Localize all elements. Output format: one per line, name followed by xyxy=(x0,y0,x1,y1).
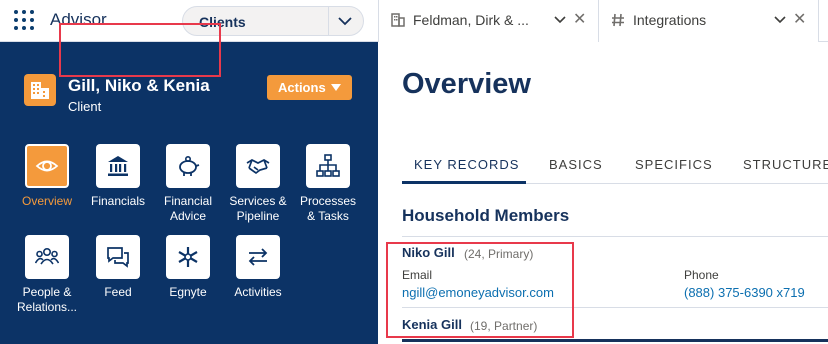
close-icon[interactable]: ✕ xyxy=(793,11,806,29)
nav-tile-label: Financial Advice xyxy=(163,194,213,223)
nav-tile-label: Financials xyxy=(90,194,146,208)
phone-link[interactable]: (888) 375-6390 x719 xyxy=(684,285,805,300)
caret-down-icon xyxy=(331,84,341,91)
tab-structure[interactable]: STRUCTURE xyxy=(743,157,828,172)
nav-tile-label: Feed xyxy=(104,285,132,299)
people-icon xyxy=(35,247,59,265)
swap-arrows-icon xyxy=(248,248,268,266)
workspace-tab-label: Integrations xyxy=(633,12,707,28)
nav-tile-services-pipeline[interactable]: Services & Pipeline xyxy=(223,144,293,230)
page-title: Overview xyxy=(402,68,531,100)
app-launcher-icon[interactable] xyxy=(14,10,34,30)
record-title: Gill, Niko & Kenia xyxy=(68,76,210,95)
nav-tile-people-relationships[interactable]: People & Relations... xyxy=(12,235,82,321)
tab-specifics[interactable]: SPECIFICS xyxy=(635,157,713,172)
nav-tile-egnyte[interactable]: Egnyte xyxy=(153,235,223,321)
household-building-icon xyxy=(24,74,56,106)
active-tab-indicator xyxy=(402,181,526,184)
nav-tile-label: Egnyte xyxy=(169,285,207,299)
actions-button[interactable]: Actions xyxy=(267,75,352,100)
nav-tile-overview[interactable]: Overview xyxy=(12,144,82,230)
nav-tile-label: Services & Pipeline xyxy=(229,194,287,223)
nav-tile-label: Activities xyxy=(234,285,282,299)
record-side-panel: Gill, Niko & Kenia Client Actions Overvi… xyxy=(0,42,378,344)
record-type: Client xyxy=(68,99,102,114)
chevron-down-icon[interactable] xyxy=(338,16,352,26)
workspace-tab-feldman[interactable]: Feldman, Dirk & ... ✕ xyxy=(378,0,598,42)
chat-icon xyxy=(107,247,129,268)
phone-label: Phone xyxy=(684,268,719,282)
nav-tile-label: Processes & Tasks xyxy=(299,194,357,223)
nav-tile-processes-tasks[interactable]: Processes & Tasks xyxy=(293,144,363,230)
chevron-down-icon[interactable] xyxy=(554,15,566,25)
nav-tile-financial-advice[interactable]: Financial Advice xyxy=(153,144,223,230)
record-tabs: KEY RECORDS BASICS SPECIFICS STRUCTURE xyxy=(402,146,828,184)
workspace-tab-label: Feldman, Dirk & ... xyxy=(413,12,529,28)
nav-tile-label: Overview xyxy=(21,194,72,208)
nav-tile-activities[interactable]: Activities xyxy=(223,235,293,321)
nav-tile-financials[interactable]: Financials xyxy=(83,144,153,230)
hashtag-icon xyxy=(612,13,624,27)
close-icon[interactable]: ✕ xyxy=(573,11,586,29)
chevron-down-icon[interactable] xyxy=(774,15,786,25)
egnyte-icon xyxy=(178,247,198,267)
nav-tile-label: People & Relations... xyxy=(16,285,78,314)
handshake-icon xyxy=(246,159,270,175)
actions-button-label: Actions xyxy=(278,80,326,95)
nav-tile-feed[interactable]: Feed xyxy=(83,235,153,321)
piggy-bank-icon xyxy=(179,155,200,176)
tab-key-records[interactable]: KEY RECORDS xyxy=(414,157,519,172)
building-icon xyxy=(391,13,405,27)
eye-icon xyxy=(35,160,59,172)
highlight-box xyxy=(59,23,221,77)
hierarchy-icon xyxy=(316,154,340,177)
workspace-tab-integrations[interactable]: Integrations ✕ xyxy=(598,0,818,42)
section-title: Household Members xyxy=(402,206,570,225)
highlight-box xyxy=(386,242,574,338)
bank-icon xyxy=(108,156,128,176)
tab-basics[interactable]: BASICS xyxy=(549,157,603,172)
